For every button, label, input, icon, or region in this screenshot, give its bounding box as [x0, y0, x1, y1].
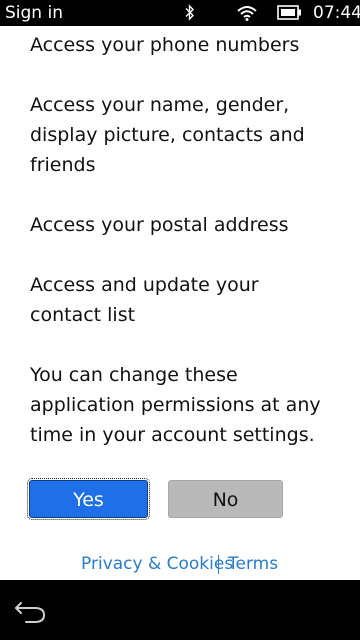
permission-item: Access your postal address [30, 214, 289, 236]
back-arrow-icon[interactable] [10, 594, 50, 626]
battery-icon [277, 5, 302, 24]
yes-button[interactable]: Yes [27, 478, 150, 520]
privacy-cookies-link[interactable]: Privacy & Cookies [81, 552, 233, 576]
footer-links: Privacy & Cookies Terms [0, 552, 360, 576]
permission-item: Access and update your contact list [30, 274, 259, 326]
status-bar: Sign in 07:44 [0, 0, 360, 26]
permission-item: Access your name, gender, display pictur… [30, 94, 305, 176]
wifi-icon [237, 5, 257, 25]
permission-item: Access your phone numbers [30, 34, 300, 56]
navigation-bar [0, 580, 360, 640]
terms-link[interactable]: Terms [228, 552, 278, 576]
link-separator [218, 555, 219, 574]
screen-title: Sign in [5, 3, 63, 23]
permissions-panel: Access your phone numbers Access your na… [0, 26, 360, 580]
sign-in-screen: Sign in 07:44 Access your phone numbers … [0, 0, 360, 640]
bluetooth-icon [185, 4, 195, 25]
status-clock: 07:44 [313, 3, 360, 23]
permissions-note: You can change these application permiss… [30, 364, 321, 446]
no-button[interactable]: No [168, 480, 283, 518]
